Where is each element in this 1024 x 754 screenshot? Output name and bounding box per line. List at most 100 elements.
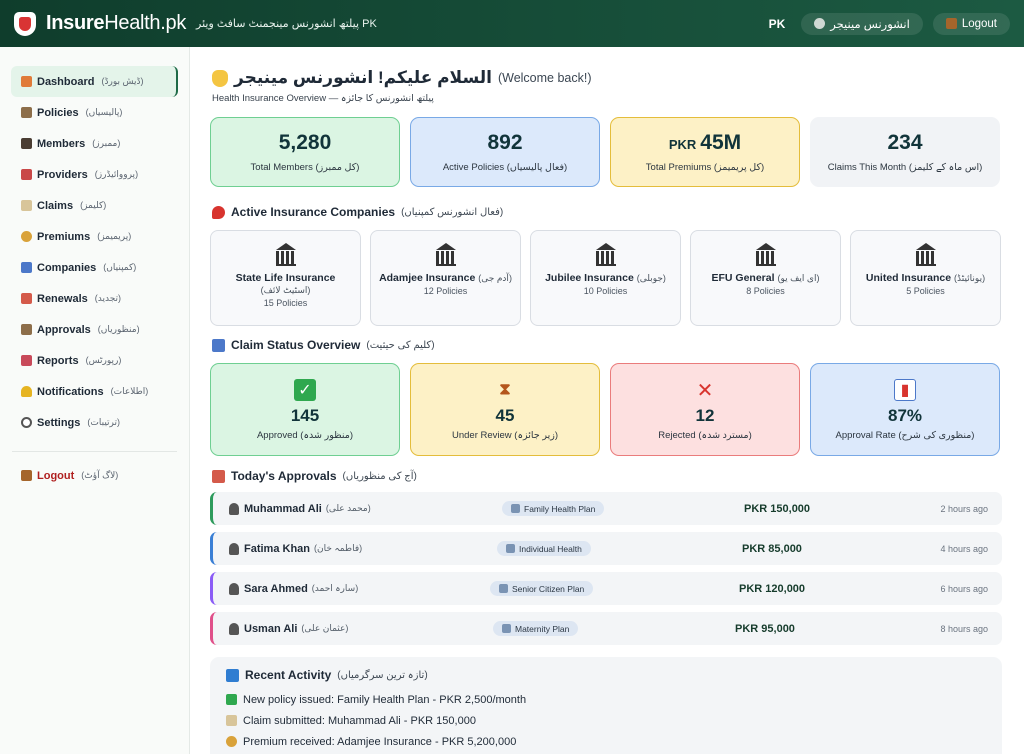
- calendar-icon: [21, 293, 32, 304]
- stat-caption: Total Members (کل ممبرز): [250, 162, 360, 173]
- stat-card-premiums[interactable]: PKR 45M Total Premiums (کل پریمیمز): [610, 117, 800, 187]
- companies-section-header: Active Insurance Companies (فعال انشورنس…: [212, 205, 503, 219]
- company-card-state-life[interactable]: State Life Insurance (اسٹیٹ لائف) 15 Polic…: [210, 230, 361, 326]
- approval-row[interactable]: Sara Ahmed (سارہ احمد) Senior Citizen Plan…: [210, 572, 1002, 605]
- nav-urdu: (ممبرز): [92, 138, 121, 148]
- bank-icon: [915, 243, 937, 266]
- plan-badge: Senior Citizen Plan: [490, 581, 594, 596]
- sidebar-item-renewals[interactable]: Renewals (تجدید): [11, 283, 178, 314]
- section-title: Claim Status Overview: [231, 338, 361, 352]
- company-policies: 8 Policies: [746, 286, 785, 296]
- approval-row[interactable]: Usman Ali (عثمان علی) Maternity Plan PKR 95…: [210, 612, 1002, 645]
- sidebar-item-claims[interactable]: Claims (کلیمز): [11, 190, 178, 221]
- recent-activity-panel: Recent Activity (تازہ ترین سرگرمیاں) New…: [210, 657, 1002, 754]
- plan-label: Maternity Plan: [515, 623, 570, 634]
- bar-chart-icon: [21, 262, 32, 273]
- approval-name-urdu: (محمد علی): [325, 503, 371, 513]
- approval-time: 8 hours ago: [940, 623, 988, 634]
- approval-row[interactable]: Muhammad Ali (محمد علی) Family Health Plan…: [210, 492, 1002, 525]
- plan-badge: Individual Health: [497, 541, 591, 556]
- sidebar-item-reports[interactable]: Reports (رپورٹس): [11, 345, 178, 376]
- nav-urdu: (رپورٹس): [85, 355, 122, 365]
- nav-urdu: (ترتیبات): [87, 417, 121, 427]
- manager-label: انشورنس مینیجر: [830, 18, 910, 31]
- bank-icon: [755, 243, 777, 266]
- activity-item: Premium received: Adamjee Insurance - PK…: [226, 731, 986, 752]
- approval-name-urdu: (سارہ احمد): [311, 583, 359, 593]
- manager-profile-button[interactable]: انشورنس مینیجر: [801, 12, 923, 35]
- claim-value: 45: [495, 406, 515, 425]
- members-icon: [21, 138, 32, 149]
- sidebar-item-approvals[interactable]: Approvals (منظوریاں): [11, 314, 178, 345]
- claim-caption: Approved (منظور شدہ): [256, 430, 354, 441]
- main-content: السلام علیکم! انشورنس مینیجر (Welcome ba…: [190, 47, 1024, 754]
- claim-card-review[interactable]: ⧗ 45 Under Review (زیر جائزہ): [410, 363, 600, 456]
- sidebar-item-settings[interactable]: Settings (ترتیبات): [11, 407, 178, 438]
- section-title: Recent Activity: [245, 668, 332, 682]
- claim-card-approval-rate[interactable]: ▮ 87% Approval Rate (منظوری کی شرح): [810, 363, 1000, 456]
- nav-urdu: (منظوریاں): [97, 324, 140, 334]
- claim-caption: Approval Rate (منظوری کی شرح): [835, 430, 975, 441]
- approval-row[interactable]: Fatima Khan (فاطمہ خان) Individual Health P…: [210, 532, 1002, 565]
- logout-label: Logout: [961, 17, 997, 30]
- nav-label: Members: [37, 137, 86, 150]
- company-name-en: Adamjee Insurance: [379, 272, 476, 284]
- nav-urdu: (کمپنیاں): [103, 262, 137, 272]
- sidebar-item-premiums[interactable]: Premiums (پریمیمز): [11, 221, 178, 252]
- stat-card-claims[interactable]: 234 Claims This Month (اس ماہ کے کلیمز): [810, 117, 1000, 187]
- bar-chart-icon: [212, 338, 225, 352]
- door-icon: [21, 470, 32, 481]
- logout-button[interactable]: Logout: [932, 12, 1010, 35]
- sidebar-item-members[interactable]: Members (ممبرز): [11, 128, 178, 159]
- company-card-adamjee[interactable]: Adamjee Insurance (آدم جی) 12 Policies: [370, 230, 521, 326]
- sidebar-item-logout[interactable]: Logout (لاگ آؤٹ): [11, 460, 178, 491]
- person-icon: [229, 502, 239, 515]
- company-name: Jubilee Insurance (جوبلی): [545, 272, 666, 284]
- plan-badge: Family Health Plan: [502, 501, 605, 516]
- claim-card-rejected[interactable]: ✕ 12 Rejected (مسترد شدہ): [610, 363, 800, 456]
- company-card-jubilee[interactable]: Jubilee Insurance (جوبلی) 10 Policies: [530, 230, 681, 326]
- approvals-list: Muhammad Ali (محمد علی) Family Health Plan…: [210, 492, 1002, 652]
- clipboard-icon: [21, 324, 32, 335]
- approval-time: 2 hours ago: [940, 503, 988, 514]
- stats-row: 5,280 Total Members (کل ممبرز) 892 Active …: [210, 117, 1000, 187]
- nav-label: Reports: [37, 354, 79, 367]
- stat-currency: PKR: [668, 137, 697, 152]
- brand-logo[interactable]: InsureHealth.pk: [46, 12, 186, 35]
- approval-amount: PKR 85,000: [742, 542, 802, 555]
- person-icon: [229, 582, 239, 595]
- approval-name: Usman Ali: [244, 622, 298, 635]
- nav-label: Logout: [37, 469, 75, 482]
- sidebar-item-notifications[interactable]: Notifications (اطلاعات): [11, 376, 178, 407]
- welcome-heading: السلام علیکم! انشورنس مینیجر (Welcome ba…: [212, 68, 592, 88]
- company-name-en: EFU General: [711, 272, 775, 284]
- stat-number: 234: [887, 131, 923, 154]
- claim-value: 145: [290, 406, 320, 425]
- plan-label: Family Health Plan: [524, 503, 596, 514]
- line-chart-icon: [21, 355, 32, 366]
- sidebar-item-companies[interactable]: Companies (کمپنیاں): [11, 252, 178, 283]
- stat-card-members[interactable]: 5,280 Total Members (کل ممبرز): [210, 117, 400, 187]
- company-name: Adamjee Insurance (آدم جی): [379, 272, 512, 284]
- nav-urdu: (پرووائیڈرز): [94, 169, 139, 179]
- company-name: EFU General (ای ایف یو): [712, 272, 820, 284]
- stat-card-policies[interactable]: 892 Active Policies (فعال پالیسیاں): [410, 117, 600, 187]
- bar-chart-icon: ▮: [894, 379, 916, 401]
- bank-icon: [595, 243, 617, 266]
- approval-time: 6 hours ago: [940, 583, 988, 594]
- company-card-united[interactable]: United Insurance (یونائیٹڈ) 5 Policies: [850, 230, 1001, 326]
- sidebar-item-providers[interactable]: Providers (پرووائیڈرز): [11, 159, 178, 190]
- stat-number: 5,280: [278, 131, 332, 154]
- claim-card-approved[interactable]: ✓ 145 Approved (منظور شدہ): [210, 363, 400, 456]
- section-title: Today's Approvals: [231, 469, 337, 483]
- company-name-urdu: (جوبلی): [636, 273, 666, 283]
- sidebar-item-dashboard[interactable]: Dashboard (ڈیش بورڈ): [11, 66, 178, 97]
- company-name: State Life Insurance (اسٹیٹ لائف): [236, 272, 336, 296]
- company-card-efu[interactable]: EFU General (ای ایف یو) 8 Policies: [690, 230, 841, 326]
- sidebar-item-policies[interactable]: Policies (پالیسیاں): [11, 97, 178, 128]
- company-policies: 5 Policies: [906, 286, 945, 296]
- hourglass-icon: ⧗: [499, 381, 511, 398]
- nav-label: Companies: [37, 261, 97, 274]
- company-name-en: Jubilee Insurance: [545, 272, 634, 284]
- nav-urdu: (ڈیش بورڈ): [101, 76, 144, 86]
